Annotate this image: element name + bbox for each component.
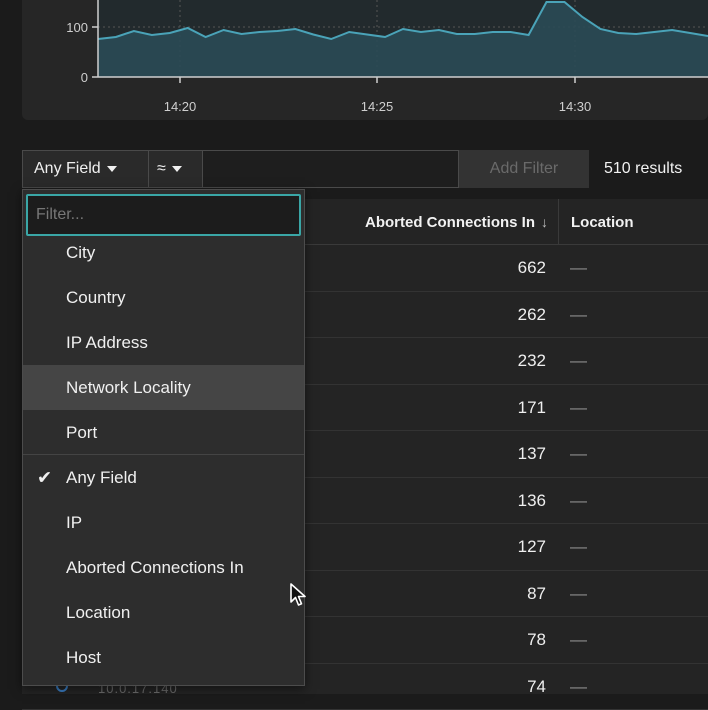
dropdown-item-label: Network Locality bbox=[66, 378, 191, 398]
dropdown-item-port[interactable]: Port bbox=[23, 410, 304, 455]
location-cell: — bbox=[570, 338, 587, 384]
location-cell: — bbox=[570, 292, 587, 338]
location-cell: — bbox=[570, 385, 587, 431]
sort-down-icon: ↓ bbox=[541, 214, 548, 230]
dropdown-item-label: Any Field bbox=[66, 468, 137, 488]
column-header-location[interactable]: Location bbox=[558, 199, 708, 245]
field-dropdown-menu: City Country IP Address Network Locality Por… bbox=[22, 189, 305, 686]
operator-label: ≈ bbox=[157, 160, 166, 178]
column-header-aborted-connections[interactable]: Aborted Connections In ↓ bbox=[312, 199, 558, 245]
y-tick-label: 0 bbox=[81, 70, 88, 85]
aborted-connections-cell: 78 bbox=[312, 617, 546, 663]
filter-bar: Any Field ≈ Add Filter 510 results bbox=[22, 150, 708, 190]
location-cell: — bbox=[570, 617, 587, 663]
add-filter-button[interactable]: Add Filter bbox=[459, 150, 589, 188]
x-tick-label: 14:25 bbox=[361, 99, 394, 114]
operator-select-dropdown[interactable]: ≈ bbox=[149, 150, 203, 188]
y-tick-label: 100 bbox=[66, 20, 88, 35]
aborted-connections-cell: 87 bbox=[312, 571, 546, 617]
aborted-connections-cell: 127 bbox=[312, 524, 546, 570]
dropdown-item-city[interactable]: City bbox=[23, 230, 304, 275]
dropdown-item-label: Aborted Connections In bbox=[66, 558, 244, 578]
location-cell: — bbox=[570, 524, 587, 570]
dropdown-item-any-field[interactable]: ✔ Any Field bbox=[23, 455, 304, 500]
chart-svg: 100 0 14:20 14:25 14:30 bbox=[22, 0, 708, 120]
dropdown-item-host[interactable]: Host bbox=[23, 635, 304, 680]
aborted-connections-cell: 137 bbox=[312, 431, 546, 477]
checkmark-icon: ✔ bbox=[37, 467, 52, 488]
column-header-label: Location bbox=[571, 214, 634, 231]
dropdown-item-label: Host bbox=[66, 648, 101, 668]
aborted-connections-cell: 171 bbox=[312, 385, 546, 431]
location-cell: — bbox=[570, 571, 587, 617]
dropdown-item-location[interactable]: Location bbox=[23, 590, 304, 635]
results-count: 510 results bbox=[604, 160, 682, 178]
aborted-connections-cell: 74 bbox=[312, 664, 546, 710]
dropdown-item-label: IP bbox=[66, 513, 82, 533]
dropdown-item-country[interactable]: Country bbox=[23, 275, 304, 320]
dropdown-item-label: Port bbox=[66, 423, 97, 443]
caret-down-icon bbox=[107, 166, 117, 172]
aborted-connections-cell: 136 bbox=[312, 478, 546, 524]
field-select-dropdown[interactable]: Any Field bbox=[22, 150, 149, 188]
caret-down-icon bbox=[172, 166, 182, 172]
location-cell: — bbox=[570, 478, 587, 524]
location-cell: — bbox=[570, 664, 587, 710]
dropdown-item-label: Location bbox=[66, 603, 130, 623]
filter-value-input[interactable] bbox=[203, 150, 459, 188]
dropdown-item-aborted-connections-in[interactable]: Aborted Connections In bbox=[23, 545, 304, 590]
location-cell: — bbox=[570, 245, 587, 291]
aborted-connections-cell: 232 bbox=[312, 338, 546, 384]
dropdown-item-network-locality[interactable]: Network Locality bbox=[23, 365, 304, 410]
field-select-label: Any Field bbox=[34, 160, 101, 178]
traffic-chart: 100 0 14:20 14:25 14:30 bbox=[22, 0, 708, 120]
x-tick-label: 14:30 bbox=[559, 99, 592, 114]
dropdown-item-ip[interactable]: IP bbox=[23, 500, 304, 545]
dropdown-item-ip-address[interactable]: IP Address bbox=[23, 320, 304, 365]
dropdown-item-label: City bbox=[66, 243, 95, 263]
dropdown-item-label: Country bbox=[66, 288, 126, 308]
aborted-connections-cell: 262 bbox=[312, 292, 546, 338]
location-cell: — bbox=[570, 431, 587, 477]
aborted-connections-cell: 662 bbox=[312, 245, 546, 291]
column-header-label: Aborted Connections In bbox=[365, 214, 535, 231]
x-tick-label: 14:20 bbox=[164, 99, 197, 114]
dropdown-item-label: IP Address bbox=[66, 333, 148, 353]
mouse-cursor-icon bbox=[289, 582, 309, 608]
